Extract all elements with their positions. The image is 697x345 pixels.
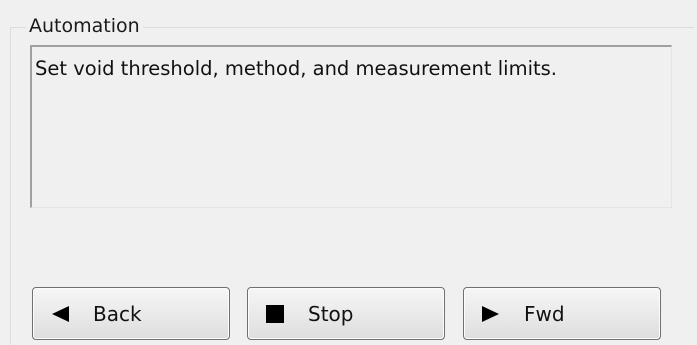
square-stop-icon — [266, 305, 284, 323]
groupbox-title: Automation — [26, 14, 143, 38]
fwd-button-label: Fwd — [524, 302, 565, 326]
fwd-button[interactable]: Fwd — [463, 287, 661, 340]
back-button-label: Back — [93, 302, 142, 326]
back-button[interactable]: Back — [32, 287, 230, 340]
description-text: Set void threshold, method, and measurem… — [35, 57, 557, 80]
automation-panel: Automation Set void threshold, method, a… — [0, 0, 697, 345]
stop-button[interactable]: Stop — [247, 287, 445, 340]
triangle-right-icon — [482, 306, 499, 322]
description-box: Set void threshold, method, and measurem… — [30, 45, 672, 208]
triangle-left-icon — [52, 306, 69, 322]
stop-button-label: Stop — [308, 302, 354, 326]
